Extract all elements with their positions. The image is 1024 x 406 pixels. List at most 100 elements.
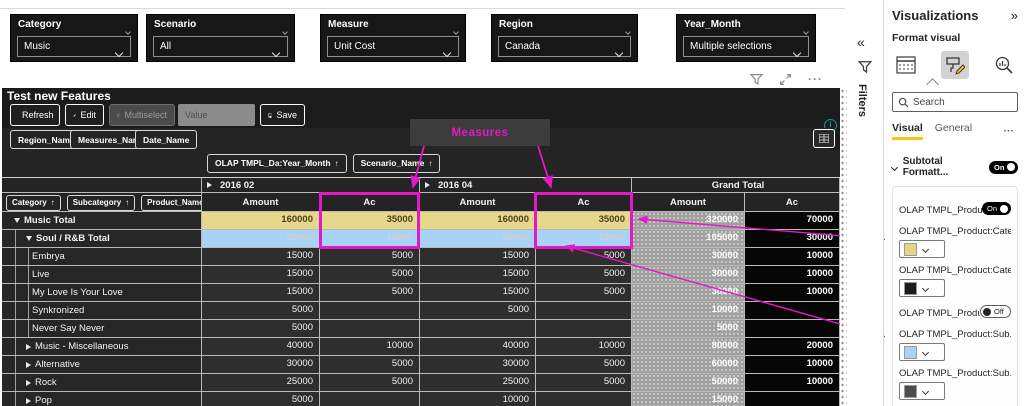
refresh-button[interactable]: Refresh [10, 104, 60, 126]
matrix-value-cell[interactable]: 20000 [745, 338, 840, 356]
slicer-dropdown[interactable]: All [153, 36, 288, 58]
more-options-icon[interactable]: ··· [808, 72, 823, 86]
tabs-more-icon[interactable]: ··· [1004, 125, 1015, 137]
matrix-value-cell[interactable]: 30000 [745, 230, 840, 248]
field-chip-date_name[interactable]: Date_Name [135, 130, 198, 149]
collapse-icon[interactable] [26, 236, 32, 241]
expand-pane-icon[interactable]: » [1011, 8, 1018, 23]
slicer-scenario[interactable]: Scenario All [146, 14, 295, 62]
matrix-value-cell[interactable]: 15000 [536, 230, 632, 248]
measure-header-amount[interactable]: Amount [420, 193, 536, 212]
search-input[interactable] [913, 96, 1003, 108]
matrix-value-cell[interactable]: 25000 [202, 374, 320, 392]
measure-header-ac[interactable]: Ac [745, 193, 840, 212]
matrix-value-cell[interactable]: 15000 [202, 266, 320, 284]
matrix-value-cell[interactable] [536, 392, 632, 406]
table-row-label[interactable]: Synkronized [2, 302, 202, 320]
edit-button[interactable]: Edit [65, 104, 104, 126]
matrix-value-cell[interactable]: 15000 [320, 230, 420, 248]
matrix-value-cell[interactable]: 15000 [420, 248, 536, 266]
matrix-value-cell[interactable]: 15000 [420, 284, 536, 302]
matrix-value-cell[interactable]: 80000 [632, 338, 745, 356]
expand-icon[interactable] [207, 182, 212, 188]
matrix-value-cell[interactable]: 5000 [202, 392, 320, 406]
matrix-value-cell[interactable]: 10000 [320, 338, 420, 356]
table-row-label[interactable]: Live [2, 266, 202, 284]
matrix-value-cell[interactable]: 35000 [320, 212, 420, 230]
matrix-value-cell[interactable] [536, 302, 632, 320]
visual-resize-strip[interactable] [840, 88, 847, 406]
table-row-label[interactable]: Music - Miscellaneous [2, 338, 202, 356]
format-toggle-off[interactable]: Off [980, 305, 1011, 318]
expand-icon[interactable] [425, 182, 430, 188]
matrix-value-cell[interactable]: 5000 [320, 284, 420, 302]
matrix-value-cell[interactable]: 15000 [202, 248, 320, 266]
matrix-value-cell[interactable]: 160000 [202, 212, 320, 230]
tab-visual[interactable]: Visual [892, 122, 923, 140]
expand-icon[interactable] [26, 379, 31, 386]
matrix-value-cell[interactable]: 40000 [202, 338, 320, 356]
matrix-value-cell[interactable] [745, 320, 840, 338]
matrix-value-cell[interactable]: 50000 [420, 230, 536, 248]
matrix-value-cell[interactable]: 5000 [320, 356, 420, 374]
matrix-value-cell[interactable]: 10000 [745, 284, 840, 302]
subtotal-formatting-section[interactable]: Subtotal Formatt... On [890, 156, 1018, 178]
table-row-label[interactable]: Rock [2, 374, 202, 392]
matrix-value-cell[interactable] [420, 320, 536, 338]
expand-icon[interactable] [26, 397, 31, 404]
value-input[interactable] [178, 104, 255, 126]
format-search-box[interactable] [892, 92, 1018, 112]
format-visual-icon[interactable] [941, 51, 969, 79]
color-swatch-dropdown[interactable] [899, 382, 945, 400]
matrix-value-cell[interactable]: 10000 [536, 338, 632, 356]
format-toggle-on[interactable]: On [982, 202, 1011, 215]
matrix-value-cell[interactable]: 5000 [536, 356, 632, 374]
matrix-value-cell[interactable] [745, 392, 840, 406]
matrix-value-cell[interactable]: 30000 [632, 266, 745, 284]
column-group-2016-02[interactable]: 2016 02 [202, 178, 420, 193]
column-group-2016-04[interactable]: 2016 04 [420, 178, 632, 193]
slicer-dropdown[interactable]: Canada [498, 36, 631, 58]
build-visual-icon[interactable] [892, 51, 920, 79]
focus-mode-icon[interactable] [779, 73, 792, 86]
matrix-value-cell[interactable]: 5000 [202, 302, 320, 320]
column-group-grand-total[interactable]: Grand Total [632, 178, 840, 193]
matrix-value-cell[interactable]: 10000 [745, 266, 840, 284]
measure-header-ac[interactable]: Ac [320, 193, 420, 212]
matrix-value-cell[interactable]: 30000 [632, 248, 745, 266]
matrix-value-cell[interactable]: 10000 [745, 356, 840, 374]
matrix-value-cell[interactable]: 10000 [420, 392, 536, 406]
matrix-value-cell[interactable]: 10000 [632, 302, 745, 320]
matrix-value-cell[interactable]: 5000 [536, 248, 632, 266]
matrix-value-cell[interactable]: 5000 [632, 320, 745, 338]
matrix-value-cell[interactable]: 15000 [420, 266, 536, 284]
matrix-value-cell[interactable]: 10000 [745, 248, 840, 266]
matrix-value-cell[interactable]: 25000 [420, 374, 536, 392]
matrix-value-cell[interactable]: 105000 [632, 230, 745, 248]
slicer-dropdown[interactable]: Unit Cost [327, 36, 459, 58]
slicer-year_month[interactable]: Year_Month Multiple selections [676, 14, 816, 62]
matrix-value-cell[interactable]: 60000 [632, 356, 745, 374]
matrix-value-cell[interactable]: 5000 [420, 302, 536, 320]
matrix-value-cell[interactable]: 160000 [420, 212, 536, 230]
matrix-value-cell[interactable]: 5000 [320, 266, 420, 284]
matrix-value-cell[interactable]: 40000 [420, 338, 536, 356]
matrix-value-cell[interactable] [320, 302, 420, 320]
row-field-chip[interactable]: Product_Name↑ [141, 194, 201, 211]
matrix-value-cell[interactable]: 15000 [202, 284, 320, 302]
matrix-value-cell[interactable] [745, 302, 840, 320]
matrix-value-cell[interactable]: 10000 [745, 374, 840, 392]
save-button[interactable]: Save [260, 104, 305, 126]
matrix-value-cell[interactable]: 35000 [536, 212, 632, 230]
table-tool-button[interactable] [813, 129, 835, 148]
filters-pane-label[interactable]: Filters [856, 84, 868, 117]
expand-icon[interactable] [26, 343, 31, 350]
matrix-value-cell[interactable]: 5000 [536, 266, 632, 284]
measure-header-amount[interactable]: Amount [202, 193, 320, 212]
filters-funnel-icon[interactable] [857, 60, 873, 79]
matrix-value-cell[interactable]: 30000 [202, 356, 320, 374]
matrix-value-cell[interactable]: 5000 [536, 374, 632, 392]
color-swatch-dropdown[interactable] [899, 279, 945, 297]
expand-icon[interactable] [26, 361, 31, 368]
row-field-chip[interactable]: Category ↑ [6, 194, 61, 211]
